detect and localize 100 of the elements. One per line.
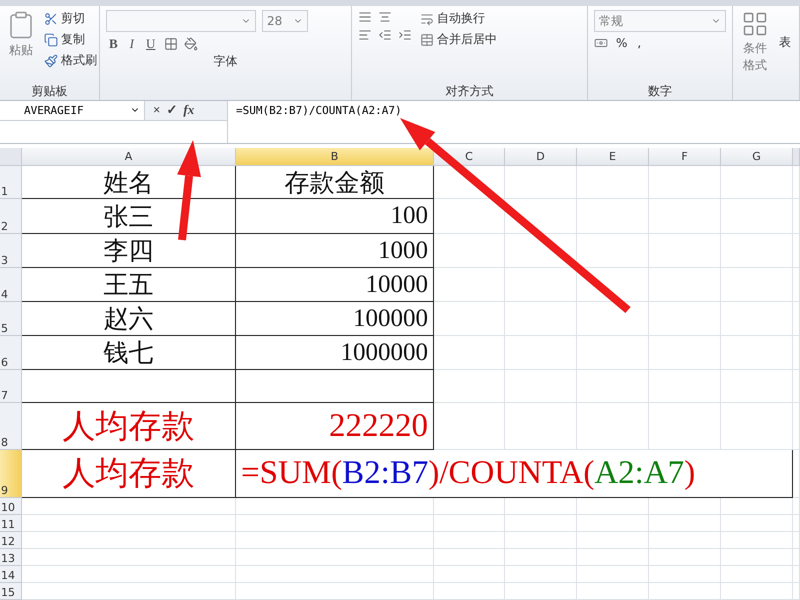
row-header[interactable]: 15 bbox=[0, 583, 22, 600]
empty-cell bbox=[577, 498, 649, 515]
group-label: 对齐方式 bbox=[444, 82, 494, 100]
format-painter-button[interactable]: 格式刷 bbox=[42, 52, 99, 69]
row-header[interactable]: 10 bbox=[0, 498, 22, 515]
cancel-button[interactable]: × bbox=[153, 102, 160, 118]
table-cell: 100000 bbox=[236, 302, 434, 336]
column-header[interactable]: E bbox=[577, 148, 649, 166]
empty-cell bbox=[434, 234, 505, 268]
empty-cell bbox=[434, 302, 505, 336]
row-header[interactable]: 12 bbox=[0, 532, 22, 549]
indent-increase-icon[interactable] bbox=[398, 28, 412, 42]
font-size-field[interactable]: 28 bbox=[262, 10, 308, 32]
wrap-icon bbox=[420, 12, 434, 26]
cut-button[interactable]: 剪切 bbox=[42, 10, 99, 27]
table-cell: 存款金额 bbox=[236, 166, 434, 199]
align-middle-icon[interactable] bbox=[378, 10, 392, 24]
row-header[interactable]: 3 bbox=[0, 234, 22, 268]
row-header[interactable]: 5 bbox=[0, 302, 22, 336]
comma-button[interactable]: , bbox=[635, 36, 644, 50]
paint-bucket-icon[interactable] bbox=[184, 37, 198, 51]
empty-cell bbox=[649, 403, 721, 450]
empty-cell bbox=[434, 566, 505, 583]
insert-function-button[interactable]: fx bbox=[183, 102, 194, 118]
row-header[interactable]: 8 bbox=[0, 403, 22, 450]
merge-center-button[interactable]: 合并后居中 bbox=[418, 31, 499, 48]
empty-cell bbox=[721, 336, 793, 370]
table-cell: 王五 bbox=[22, 268, 236, 302]
empty-cell bbox=[721, 268, 793, 302]
row-header[interactable]: 9 bbox=[0, 450, 22, 498]
merge-icon bbox=[420, 32, 434, 46]
empty-cell bbox=[721, 583, 793, 600]
enter-button[interactable]: ✓ bbox=[166, 102, 178, 118]
column-header[interactable]: B bbox=[236, 148, 434, 166]
font-name-field[interactable] bbox=[106, 10, 256, 32]
underline-button[interactable]: U bbox=[143, 36, 158, 52]
empty-cell bbox=[577, 403, 649, 450]
table-cell: 钱七 bbox=[22, 336, 236, 370]
empty-cell bbox=[577, 370, 649, 403]
empty-cell bbox=[649, 199, 721, 234]
row-header[interactable]: 4 bbox=[0, 268, 22, 302]
empty-cell bbox=[721, 515, 793, 532]
brush-icon bbox=[44, 54, 58, 68]
empty-cell bbox=[434, 268, 505, 302]
row-header[interactable]: 13 bbox=[0, 549, 22, 566]
empty-cell bbox=[649, 566, 721, 583]
empty-cell bbox=[721, 166, 793, 199]
empty-cell bbox=[721, 566, 793, 583]
empty-cell bbox=[649, 166, 721, 199]
column-header[interactable]: D bbox=[505, 148, 577, 166]
empty-cell bbox=[721, 498, 793, 515]
align-top-icon[interactable] bbox=[358, 10, 372, 24]
row-header[interactable]: 1 bbox=[0, 166, 22, 199]
group-label: 数字 bbox=[647, 82, 673, 100]
table-cell: 222220 bbox=[236, 403, 434, 450]
empty-cell bbox=[505, 583, 577, 600]
empty-cell bbox=[577, 566, 649, 583]
column-header[interactable]: G bbox=[721, 148, 793, 166]
table-format-button[interactable]: 表 bbox=[777, 34, 793, 50]
empty-cell bbox=[577, 532, 649, 549]
borders-icon[interactable] bbox=[164, 37, 178, 51]
row-header[interactable]: 6 bbox=[0, 336, 22, 370]
percent-button[interactable]: % bbox=[614, 36, 630, 50]
italic-button[interactable]: I bbox=[126, 36, 138, 52]
row-header[interactable]: 14 bbox=[0, 566, 22, 583]
empty-cell bbox=[505, 498, 577, 515]
table-cell: 100 bbox=[236, 199, 434, 234]
number-format-field[interactable]: 常规 bbox=[594, 10, 726, 32]
copy-button[interactable]: 复制 bbox=[42, 31, 99, 48]
align-left-icon[interactable] bbox=[358, 28, 372, 42]
copy-icon bbox=[44, 32, 58, 46]
conditional-format-button[interactable]: 条件格式 bbox=[739, 10, 771, 74]
empty-cell bbox=[505, 532, 577, 549]
row-header[interactable]: 7 bbox=[0, 370, 22, 403]
empty-cell bbox=[577, 199, 649, 234]
empty-cell bbox=[649, 498, 721, 515]
empty-cell bbox=[505, 515, 577, 532]
group-label: 字体 bbox=[212, 53, 238, 70]
empty-cell bbox=[577, 515, 649, 532]
empty-cell bbox=[434, 583, 505, 600]
empty-cell bbox=[721, 302, 793, 336]
row-header[interactable]: 2 bbox=[0, 199, 22, 234]
bold-button[interactable]: B bbox=[106, 36, 121, 52]
empty-cell bbox=[649, 268, 721, 302]
paste-button[interactable]: 粘贴 bbox=[6, 10, 36, 82]
column-header[interactable]: A bbox=[22, 148, 236, 166]
empty-cell bbox=[649, 370, 721, 403]
empty-cell bbox=[505, 302, 577, 336]
empty-cell bbox=[577, 583, 649, 600]
table-cell: 人均存款 bbox=[22, 403, 236, 450]
wrap-text-button[interactable]: 自动换行 bbox=[418, 10, 499, 27]
empty-cell bbox=[649, 302, 721, 336]
empty-cell bbox=[577, 166, 649, 199]
column-header[interactable]: F bbox=[649, 148, 721, 166]
row-header[interactable]: 11 bbox=[0, 515, 22, 532]
indent-decrease-icon[interactable] bbox=[378, 28, 392, 42]
empty-cell bbox=[649, 583, 721, 600]
table-cell: 1000000 bbox=[236, 336, 434, 370]
empty-cell bbox=[434, 515, 505, 532]
currency-icon[interactable] bbox=[594, 36, 608, 50]
